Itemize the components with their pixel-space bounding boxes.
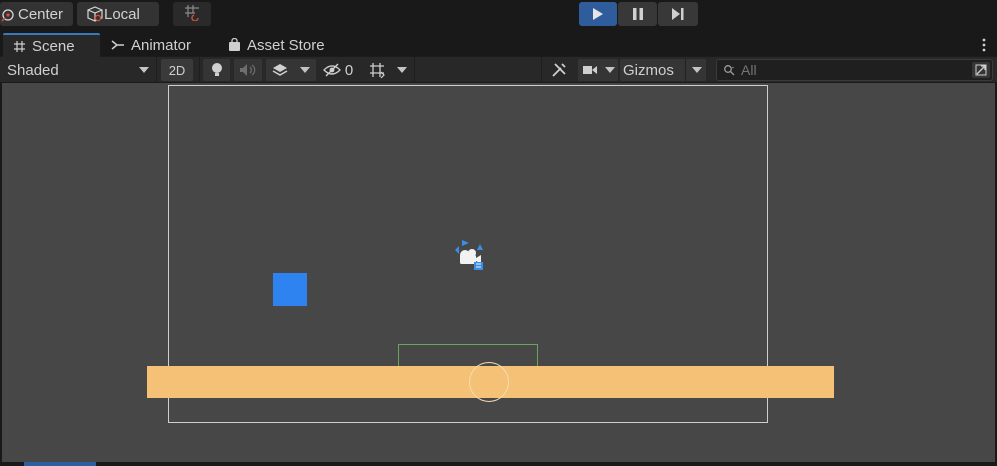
search-input[interactable]	[741, 62, 961, 78]
tools-button[interactable]	[544, 59, 574, 81]
draw-mode-value: Shaded	[7, 61, 59, 79]
main-toolbar: Center Local	[0, 0, 997, 30]
audio-toggle[interactable]	[234, 59, 262, 81]
eye-slash-icon	[322, 63, 341, 77]
play-controls	[579, 2, 698, 26]
camera-settings-dropdown[interactable]	[578, 59, 618, 81]
chevron-down-icon	[604, 67, 615, 73]
gizmos-menu[interactable]	[685, 59, 702, 81]
tools-icon	[552, 63, 566, 77]
grid-snap-icon	[183, 3, 201, 25]
hidden-objects-toggle[interactable]: 0	[318, 59, 358, 81]
pause-button[interactable]	[618, 2, 657, 26]
divider	[414, 57, 415, 83]
circle-collider-outline	[469, 362, 509, 402]
bottom-tab-highlight	[24, 462, 96, 466]
play-button[interactable]	[579, 2, 617, 26]
gizmos-dropdown[interactable]: Gizmos	[620, 59, 706, 81]
status-strip	[0, 462, 997, 466]
tab-label: Asset Store	[247, 36, 325, 54]
pivot-icon	[0, 6, 16, 22]
draw-mode-dropdown[interactable]: Shaded	[3, 59, 153, 81]
divider	[541, 57, 542, 83]
divider	[156, 57, 157, 83]
grid-snap-button[interactable]	[173, 2, 211, 26]
lighting-toggle[interactable]	[203, 59, 230, 81]
grid-icon	[369, 63, 385, 79]
expand-icon[interactable]	[972, 62, 990, 78]
scene-search	[716, 59, 993, 81]
animator-icon	[111, 39, 125, 51]
video-camera-icon	[582, 66, 597, 74]
space-label: Local	[104, 5, 140, 23]
hash-icon	[13, 40, 26, 53]
divider	[199, 57, 200, 83]
player-sprite[interactable]	[273, 273, 307, 306]
pivot-label: Center	[18, 5, 64, 23]
window-tab-bar: Scene Animator Asset Store	[0, 33, 997, 57]
gizmos-label: Gizmos	[623, 61, 674, 79]
step-icon	[672, 8, 684, 20]
chevron-down-icon	[396, 67, 407, 73]
speaker-icon	[240, 64, 256, 76]
trigger-collider-outline	[398, 344, 538, 366]
pivot-local-button[interactable]: Local	[77, 2, 159, 26]
pivot-center-button[interactable]: Center	[0, 2, 73, 26]
chevron-down-icon	[692, 67, 702, 73]
pause-icon	[632, 8, 643, 20]
tab-label: Scene	[32, 37, 75, 55]
grid-dropdown[interactable]	[362, 59, 412, 81]
tab-label: Animator	[131, 36, 192, 54]
tab-asset-store[interactable]: Asset Store	[228, 33, 325, 57]
2d-mode-toggle[interactable]: 2D	[161, 59, 193, 81]
effects-dropdown[interactable]	[266, 59, 316, 81]
cube-icon	[86, 6, 103, 22]
light-bulb-icon	[211, 63, 222, 76]
play-icon	[593, 8, 603, 20]
camera-gizmo-icon[interactable]	[452, 238, 488, 272]
tab-scene[interactable]: Scene	[3, 33, 100, 57]
search-icon	[724, 65, 735, 76]
chevron-down-icon	[300, 67, 310, 73]
tab-animator[interactable]: Animator	[111, 33, 191, 57]
chevron-down-icon	[139, 67, 149, 73]
hidden-count: 0	[344, 61, 354, 79]
bag-icon	[228, 38, 241, 52]
layers-icon	[272, 64, 288, 76]
more-options-icon[interactable]	[981, 37, 987, 53]
scene-toolbar: Shaded 2D 0 Gizmos	[0, 57, 997, 83]
scene-viewport[interactable]	[2, 83, 995, 462]
step-button[interactable]	[658, 2, 698, 26]
